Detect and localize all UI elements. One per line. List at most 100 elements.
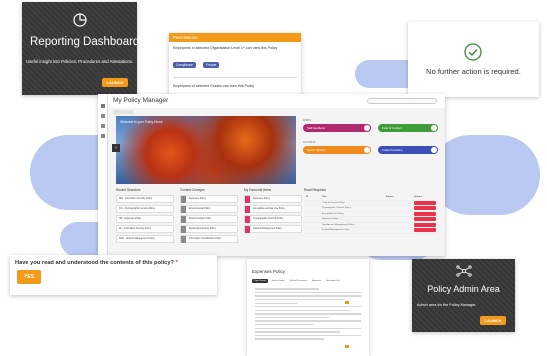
- list-item-label: ISI - Information Security Policy: [119, 228, 152, 230]
- recent-searches-section: Recent Searches ISR - Information Securi…: [116, 188, 174, 245]
- recent-updates-action[interactable]: Recent Updates: [303, 146, 371, 154]
- manager-title: My Policy Manager: [113, 97, 169, 104]
- read-requests-title: Read Requests: [304, 188, 326, 192]
- create-procedure-label: Create Procedure: [382, 148, 403, 152]
- col-title: Title: [322, 196, 327, 199]
- network-nodes-icon: [456, 265, 472, 277]
- admin-description: Admin area for the Policy Manager.: [417, 303, 477, 307]
- favourites-section: My Favourite Items Expenses Policy Accep…: [244, 188, 302, 235]
- row-title: Data Access Management Policy: [322, 223, 354, 226]
- list-item-label: Expenses Policy: [189, 198, 206, 200]
- question-text: Have you read and understood the content…: [15, 260, 174, 266]
- actions-label: ACTIONS: [303, 140, 316, 144]
- row-title: Code of Practice Policy: [322, 201, 345, 204]
- list-item[interactable]: Information Classification Policy: [180, 235, 238, 243]
- list-item[interactable]: Cryptographic Controls Policy: [244, 215, 302, 223]
- list-item-label: Environmental Policy: [189, 208, 211, 210]
- doc-highlight-marker: [345, 345, 349, 348]
- manager-subnav: [113, 110, 133, 114]
- content-changes-title: Content Changes: [180, 188, 205, 192]
- view-item-button[interactable]: [414, 228, 436, 233]
- doc-tabs: Page Content Version History Related Doc…: [252, 279, 364, 283]
- view-item-button[interactable]: [414, 200, 436, 205]
- chip-compliance[interactable]: Compliance: [173, 62, 196, 68]
- side-nav: [98, 94, 108, 256]
- reporting-description: Useful insight into Policies, Procedures…: [26, 59, 134, 64]
- nav-icon-home[interactable]: [101, 104, 105, 108]
- tab-approvals[interactable]: Approvals: [310, 279, 323, 283]
- favourites-title: My Favourite Items: [244, 188, 272, 192]
- list-item[interactable]: Environmental Policy: [180, 205, 238, 213]
- pie-chart-icon: [73, 13, 87, 27]
- hero-prev-arrow[interactable]: ‹: [112, 144, 120, 152]
- no-action-message: No further action is required.: [426, 67, 521, 76]
- list-item[interactable]: Incident Management Policy: [244, 225, 302, 233]
- view-item-button[interactable]: [414, 222, 436, 227]
- reporting-title: Reporting Dashboard: [30, 36, 140, 48]
- create-procedure-action[interactable]: Create Procedure: [378, 146, 438, 154]
- nav-icon-settings[interactable]: [101, 134, 105, 138]
- check-circle-icon: [464, 43, 482, 61]
- policy-manager-window: My Policy Manager Welcome to your Policy…: [98, 94, 445, 256]
- level-label: Employees in selected Organisation Level…: [173, 46, 278, 50]
- list-item[interactable]: HR - Expenses Policy: [116, 215, 174, 223]
- list-item-label: Expenses Policy: [253, 198, 270, 200]
- list-item[interactable]: Data Protection Policy: [180, 215, 238, 223]
- list-item-label: Information Classification Policy: [189, 238, 222, 240]
- list-item[interactable]: ISR - Information Security Policy: [116, 195, 174, 203]
- list-item[interactable]: Expenses Policy: [244, 195, 302, 203]
- list-item-label: ICA - Cryptographic Controls Policy: [119, 208, 155, 210]
- tab-page-content[interactable]: Page Content: [252, 279, 269, 283]
- manager-header: My Policy Manager: [108, 94, 445, 108]
- code-of-conduct-label: Code of Conduct: [382, 126, 402, 130]
- list-item-label: Acceptable and Fair Use Policy: [253, 208, 285, 210]
- yes-button[interactable]: YES: [17, 270, 41, 284]
- manager-search-input[interactable]: [367, 98, 437, 104]
- read-requests-section: Read Requests ID Title Expires Actions C…: [304, 188, 440, 234]
- code-of-conduct-link[interactable]: Code of Conduct: [378, 124, 438, 132]
- list-item-label: Cryptographic Controls Policy: [253, 218, 284, 220]
- bg-blob-right: [430, 135, 540, 215]
- list-item[interactable]: ISI - Information Security Policy: [116, 225, 174, 233]
- view-item-button[interactable]: [414, 206, 436, 211]
- staff-handbook-label: Staff Handbook: [307, 126, 325, 130]
- tab-related-documents[interactable]: Related Documents: [288, 279, 310, 283]
- reporting-launch-button[interactable]: LAUNCH: [102, 78, 128, 87]
- recent-updates-label: Recent Updates: [307, 148, 326, 152]
- list-item-label: Data Protection Policy: [189, 218, 212, 220]
- view-item-button[interactable]: [414, 217, 436, 222]
- doc-highlight-marker: [345, 301, 349, 304]
- list-item[interactable]: SAR - Incident Management Policy: [116, 235, 174, 243]
- row-title: Incident Management Policy: [322, 229, 350, 232]
- row-title: Acceptable Use Policy: [322, 212, 344, 215]
- tab-version-history[interactable]: Version History: [269, 279, 286, 283]
- list-item[interactable]: Equal Opportunities Policy: [180, 225, 238, 233]
- list-item[interactable]: Expenses Policy: [180, 195, 238, 203]
- view-item-button[interactable]: [414, 211, 436, 216]
- row-title: Cryptographic Controls Policy: [322, 207, 351, 210]
- doc-title: Expenses Policy: [252, 269, 286, 274]
- nav-icon-search[interactable]: [101, 114, 105, 118]
- attestation-question: Have you read and understood the content…: [15, 260, 178, 266]
- admin-title: Policy Admin Area: [427, 284, 500, 294]
- no-action-card: No further action is required.: [408, 22, 539, 97]
- hero-banner-image: Welcome to your Policy Home ‹: [112, 116, 296, 184]
- required-mark: *: [175, 260, 178, 266]
- list-item[interactable]: ICA - Cryptographic Controls Policy: [116, 205, 174, 213]
- list-item-label: SAR - Incident Management Policy: [119, 238, 155, 240]
- list-item-label: Incident Management Policy: [253, 228, 282, 230]
- nav-icon-docs[interactable]: [101, 124, 105, 128]
- list-item-label: Equal Opportunities Policy: [189, 228, 216, 230]
- col-actions: Actions: [414, 196, 423, 199]
- grades-label: Employees of selected Grades can view th…: [173, 83, 255, 88]
- staff-handbook-link[interactable]: Staff Handbook: [303, 124, 371, 132]
- chip-people[interactable]: People: [203, 62, 220, 68]
- links-label: LINKS: [303, 118, 312, 122]
- tab-attestation-info[interactable]: Attestation Info: [324, 279, 341, 283]
- hero-welcome: Welcome to your Policy Home: [120, 120, 163, 124]
- attestation-question-card: Have you read and understood the content…: [10, 255, 217, 295]
- permissions-card: Permissions Employees in selected Organi…: [169, 33, 301, 106]
- list-item[interactable]: Acceptable and Fair Use Policy: [244, 205, 302, 213]
- level-chips: Compliance People: [173, 53, 297, 71]
- admin-launch-button[interactable]: LAUNCH: [480, 316, 506, 325]
